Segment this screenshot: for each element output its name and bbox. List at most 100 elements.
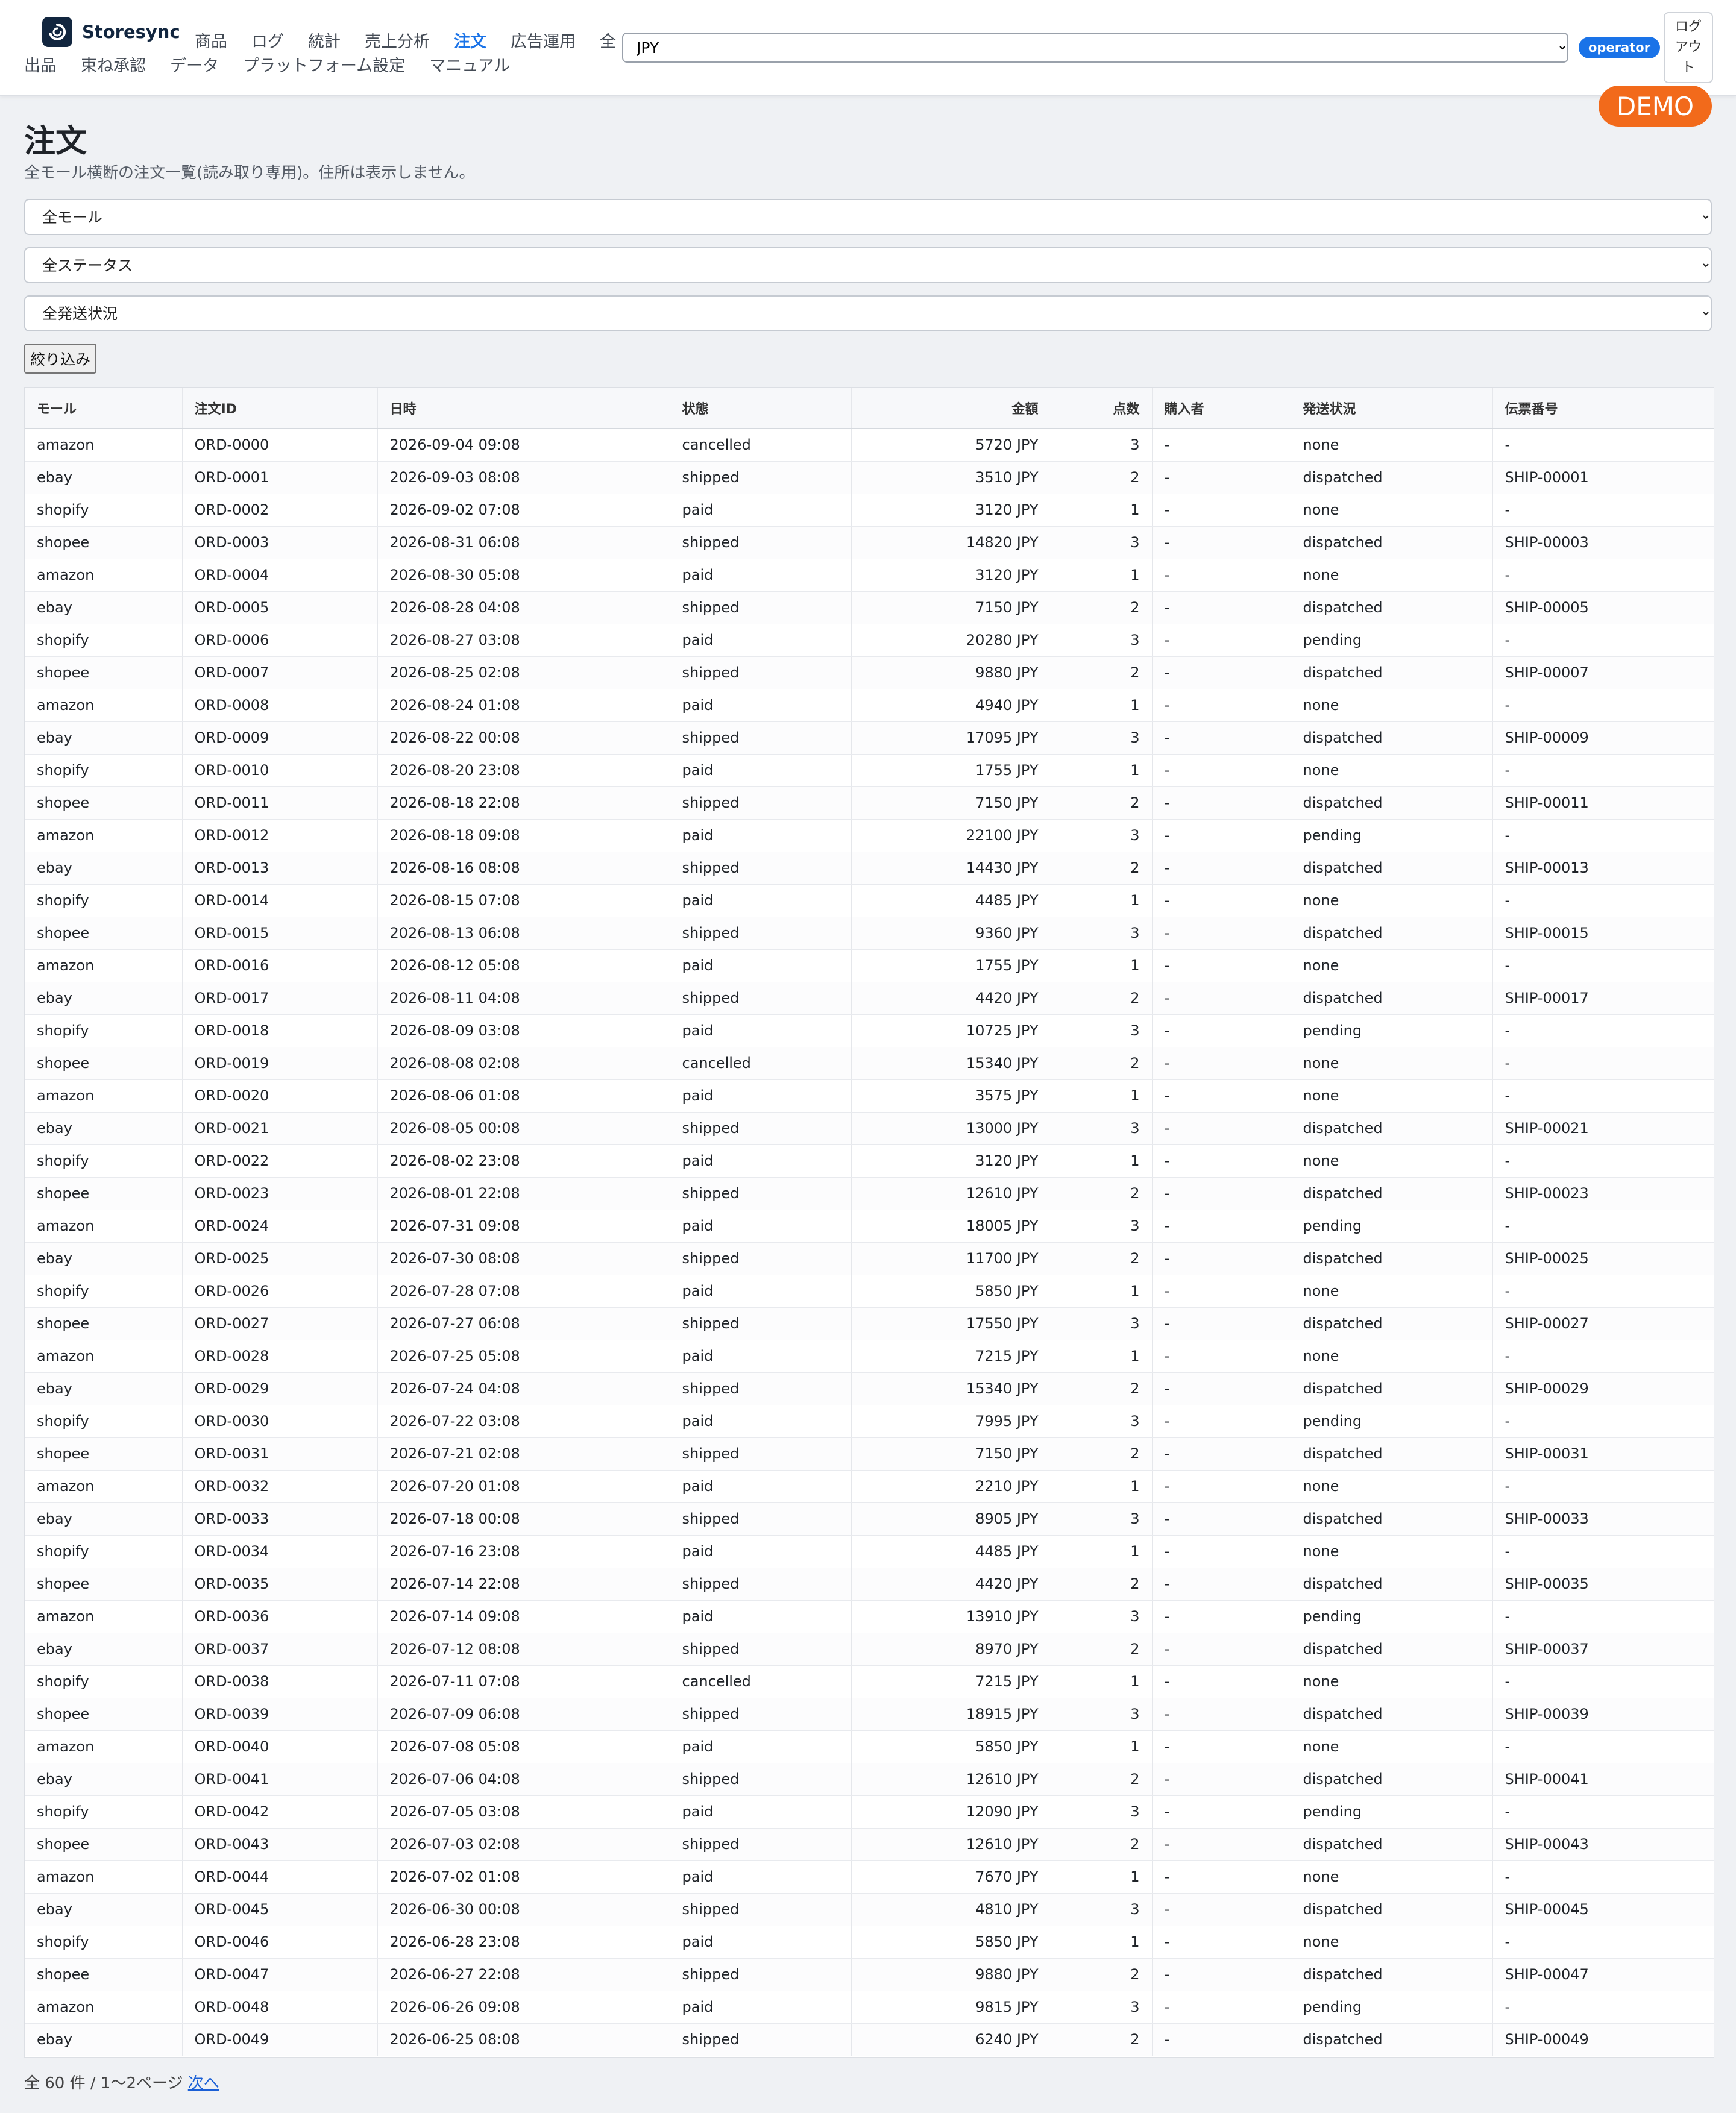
cell-amount: 12610 JPY: [851, 1828, 1051, 1861]
cell-datetime: 2026-08-31 06:08: [377, 526, 670, 559]
cell-buyer: -: [1152, 1958, 1291, 1991]
cell-shipping-status: none: [1291, 1275, 1493, 1308]
cell-buyer: -: [1152, 917, 1291, 950]
table-row: shopify ORD-0002 2026-09-02 07:08 paid 3120 …: [25, 494, 1714, 527]
cell-quantity: 1: [1051, 1144, 1153, 1178]
cell-quantity: 2: [1051, 786, 1153, 820]
cell-buyer: -: [1152, 1795, 1291, 1829]
cell-mall: amazon: [25, 1600, 183, 1633]
cell-quantity: 1: [1051, 494, 1153, 527]
cell-amount: 6240 JPY: [851, 2023, 1051, 2056]
table-row: ebay ORD-0001 2026-09-03 08:08 shipped 3510 …: [25, 461, 1714, 494]
apply-filter-button[interactable]: 絞り込み: [24, 344, 97, 374]
cell-tracking-number: SHIP-00043: [1492, 1828, 1714, 1861]
cell-mall: ebay: [25, 1502, 183, 1536]
table-row: shopify ORD-0030 2026-07-22 03:08 paid 7995 …: [25, 1405, 1714, 1438]
cell-buyer: -: [1152, 1860, 1291, 1894]
nav-item-nav_row2-3[interactable]: プラットフォーム設定: [243, 52, 405, 76]
cell-shipping-status: dispatched: [1291, 1958, 1493, 1991]
nav-item-nav_row1-2[interactable]: 統計: [308, 28, 341, 52]
cell-tracking-number: SHIP-00033: [1492, 1502, 1714, 1536]
cell-quantity: 2: [1051, 461, 1153, 494]
cell-tracking-number: SHIP-00003: [1492, 526, 1714, 559]
cell-shipping-status: dispatched: [1291, 786, 1493, 820]
cell-order-id: ORD-0031: [182, 1437, 378, 1471]
cell-order-id: ORD-0026: [182, 1275, 378, 1308]
cell-buyer: -: [1152, 1535, 1291, 1568]
cell-datetime: 2026-06-25 08:08: [377, 2023, 670, 2056]
cell-order-id: ORD-0015: [182, 917, 378, 950]
status-filter-select[interactable]: 全ステータス: [24, 247, 1712, 283]
cell-shipping-status: none: [1291, 1860, 1493, 1894]
cell-amount: 12610 JPY: [851, 1177, 1051, 1210]
cell-shipping-status: dispatched: [1291, 1242, 1493, 1275]
table-row: shopee ORD-0007 2026-08-25 02:08 shipped 988…: [25, 656, 1714, 689]
cell-status: paid: [670, 1470, 852, 1503]
nav-item-nav_row2-0[interactable]: 出品: [24, 52, 57, 76]
cell-order-id: ORD-0038: [182, 1665, 378, 1698]
cell-datetime: 2026-08-25 02:08: [377, 656, 670, 689]
column-header-buyer: 購入者: [1152, 388, 1291, 429]
cell-order-id: ORD-0043: [182, 1828, 378, 1861]
logout-button[interactable]: ログアウト: [1664, 12, 1713, 83]
cell-quantity: 1: [1051, 1730, 1153, 1763]
nav-item-nav_row2-4[interactable]: マニュアル: [429, 52, 510, 76]
cell-buyer: -: [1152, 982, 1291, 1015]
cell-mall: ebay: [25, 1633, 183, 1666]
cell-datetime: 2026-08-18 09:08: [377, 819, 670, 852]
cell-amount: 7150 JPY: [851, 1437, 1051, 1471]
table-row: shopify ORD-0034 2026-07-16 23:08 paid 4485 …: [25, 1535, 1714, 1568]
cell-buyer: -: [1152, 1502, 1291, 1536]
cell-shipping-status: pending: [1291, 1600, 1493, 1633]
demo-badge: DEMO: [1599, 86, 1712, 127]
cell-buyer: -: [1152, 1991, 1291, 2024]
nav-item-nav_row1-0[interactable]: 商品: [195, 28, 227, 52]
nav-item-nav_row1-1[interactable]: ログ: [251, 28, 284, 52]
next-page-link[interactable]: 次へ: [188, 2074, 219, 2093]
cell-quantity: 1: [1051, 884, 1153, 917]
cell-tracking-number: -: [1492, 884, 1714, 917]
cell-buyer: -: [1152, 689, 1291, 722]
cell-order-id: ORD-0041: [182, 1763, 378, 1796]
cell-mall: shopee: [25, 786, 183, 820]
nav-item-nav_row1-6[interactable]: 全: [600, 28, 616, 52]
cell-mall: ebay: [25, 1112, 183, 1145]
cell-status: paid: [670, 559, 852, 592]
cell-order-id: ORD-0000: [182, 429, 378, 462]
cell-quantity: 3: [1051, 1600, 1153, 1633]
cell-amount: 8970 JPY: [851, 1633, 1051, 1666]
cell-tracking-number: -: [1492, 754, 1714, 787]
cell-amount: 7215 JPY: [851, 1665, 1051, 1698]
cell-order-id: ORD-0005: [182, 591, 378, 624]
nav-item-nav_row2-1[interactable]: 束ね承認: [81, 52, 146, 76]
shipping-filter-select[interactable]: 全発送状況: [24, 295, 1712, 331]
currency-select[interactable]: JPY: [622, 33, 1568, 63]
nav-item-nav_row1-4[interactable]: 注文: [454, 28, 486, 52]
cell-status: shipped: [670, 917, 852, 950]
cell-shipping-status: pending: [1291, 1991, 1493, 2024]
cell-status: paid: [670, 754, 852, 787]
nav-item-nav_row1-5[interactable]: 広告運用: [511, 28, 576, 52]
cell-mall: ebay: [25, 982, 183, 1015]
cell-datetime: 2026-06-27 22:08: [377, 1958, 670, 1991]
cell-buyer: -: [1152, 1893, 1291, 1926]
mall-filter-select[interactable]: 全モール: [24, 199, 1712, 235]
role-badge: operator: [1579, 37, 1661, 58]
cell-buyer: -: [1152, 461, 1291, 494]
cell-datetime: 2026-06-30 00:08: [377, 1893, 670, 1926]
cell-datetime: 2026-06-28 23:08: [377, 1926, 670, 1959]
cell-buyer: -: [1152, 1437, 1291, 1471]
cell-mall: amazon: [25, 1079, 183, 1113]
cell-quantity: 3: [1051, 1405, 1153, 1438]
cell-shipping-status: pending: [1291, 1405, 1493, 1438]
cell-buyer: -: [1152, 494, 1291, 527]
cell-order-id: ORD-0002: [182, 494, 378, 527]
app-logo[interactable]: Storesync: [42, 17, 180, 47]
cell-shipping-status: dispatched: [1291, 1828, 1493, 1861]
nav-item-nav_row2-2[interactable]: データ: [170, 52, 219, 76]
cell-datetime: 2026-08-20 23:08: [377, 754, 670, 787]
cell-mall: shopify: [25, 1665, 183, 1698]
nav-item-nav_row1-3[interactable]: 売上分析: [365, 28, 430, 52]
cell-status: shipped: [670, 1112, 852, 1145]
table-row: ebay ORD-0049 2026-06-25 08:08 shipped 6240 …: [25, 2023, 1714, 2056]
